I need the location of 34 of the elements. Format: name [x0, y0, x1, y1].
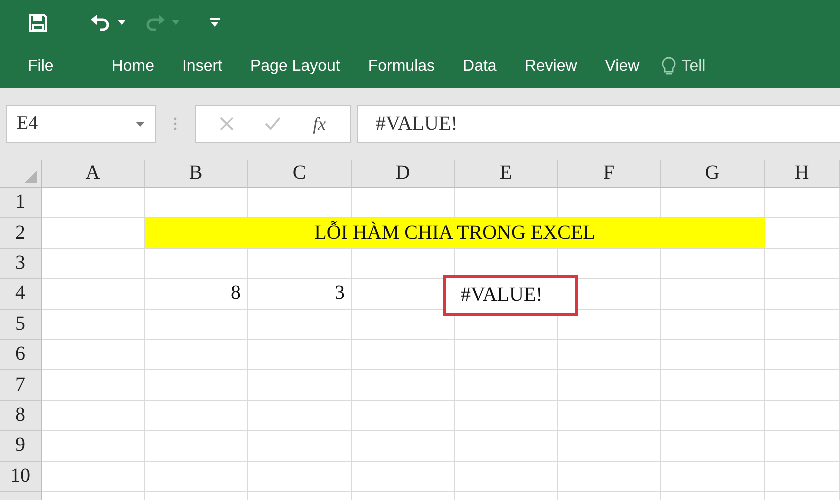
ribbon-tab[interactable]: File: [28, 58, 54, 76]
row-header[interactable]: 1: [0, 188, 42, 218]
tell-me-field[interactable]: Tell: [682, 58, 706, 76]
column-header[interactable]: C: [248, 160, 352, 188]
row-header[interactable]: 4: [0, 279, 42, 310]
column-header[interactable]: H: [765, 160, 840, 188]
insert-function-button[interactable]: fx: [313, 114, 326, 134]
column-header[interactable]: D: [352, 160, 455, 188]
column-header[interactable]: A: [42, 160, 145, 188]
row-header[interactable]: 9: [0, 431, 42, 462]
column-header[interactable]: G: [661, 160, 765, 188]
ribbon-tab[interactable]: Page Layout: [250, 58, 340, 76]
ribbon-tab[interactable]: Insert: [182, 58, 222, 76]
name-box[interactable]: E4: [6, 105, 156, 143]
row-header[interactable]: 7: [0, 370, 42, 401]
column-header[interactable]: E: [455, 160, 558, 188]
formula-field[interactable]: #VALUE!: [357, 105, 840, 143]
table-cell: #VALUE!: [443, 275, 578, 316]
ribbon-tab[interactable]: Review: [524, 58, 578, 76]
table-cell: LỖI HÀM CHIA TRONG EXCEL: [145, 218, 765, 249]
column-header[interactable]: B: [145, 160, 248, 188]
ribbon-tab[interactable]: Data: [463, 58, 497, 76]
table-cell: 8: [145, 279, 248, 310]
row-header[interactable]: 3: [0, 248, 42, 280]
row-header[interactable]: 5: [0, 310, 42, 340]
table-cell: 3: [248, 279, 352, 310]
ribbon-tab[interactable]: View: [605, 58, 640, 76]
ribbon-tab[interactable]: Home: [112, 58, 154, 76]
ribbon-tab[interactable]: Formulas: [368, 58, 436, 76]
row-header[interactable]: 6: [0, 340, 42, 370]
row-header[interactable]: 2: [0, 218, 42, 249]
column-header[interactable]: F: [558, 160, 661, 188]
row-header[interactable]: 8: [0, 400, 42, 432]
row-header[interactable]: 10: [0, 462, 42, 492]
